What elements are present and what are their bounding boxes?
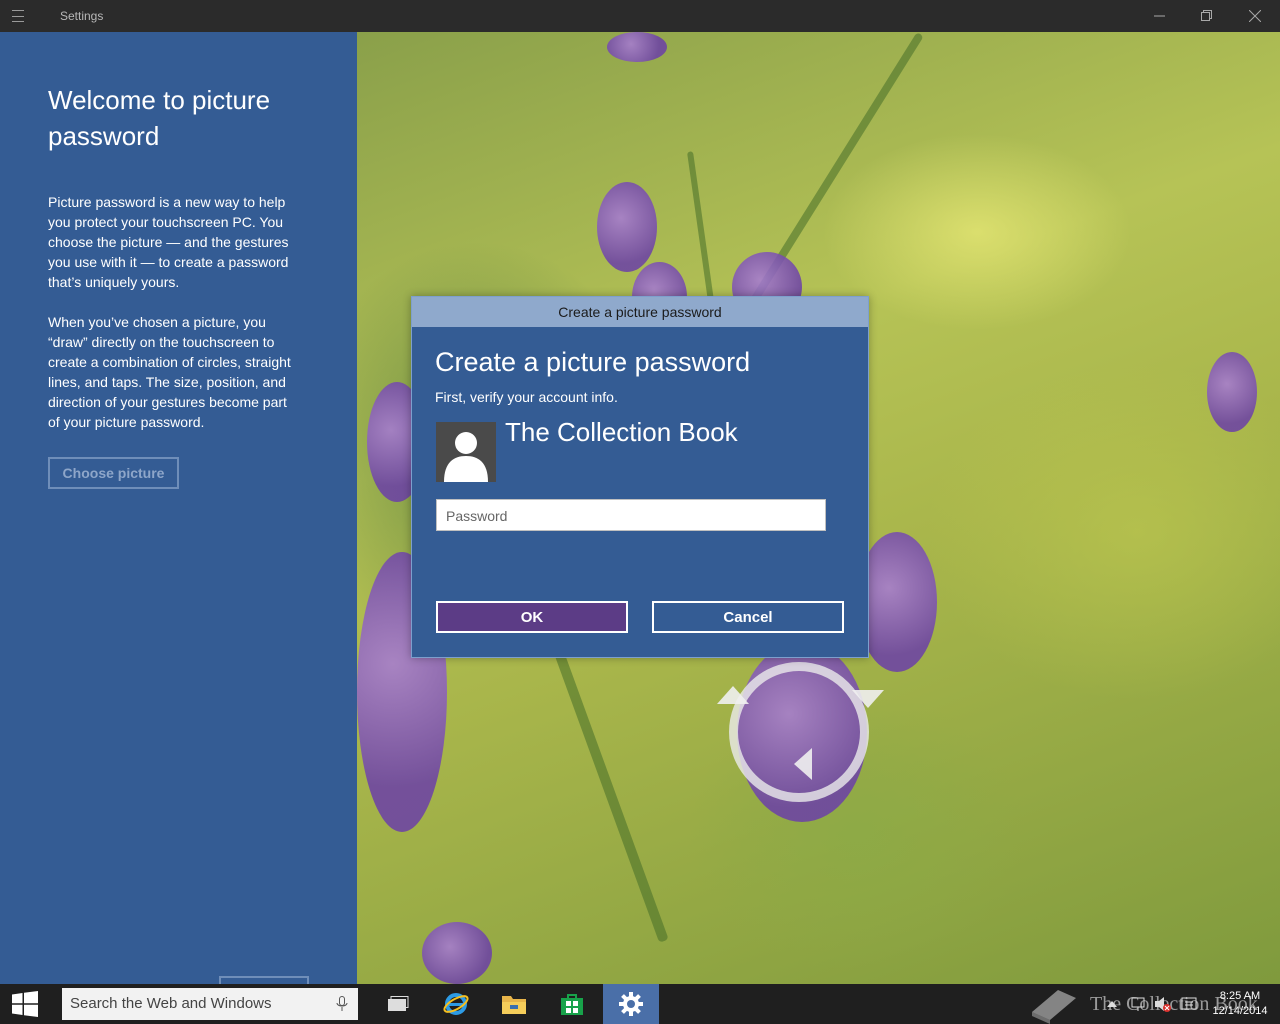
create-picture-password-dialog: Create a picture password Create a pictu… [411,296,869,658]
internet-explorer-icon [443,993,469,1015]
cancel-button[interactable]: Cancel [652,601,844,633]
start-button[interactable] [0,984,50,1024]
action-center-button[interactable] [1178,984,1200,1024]
store-button[interactable] [547,984,597,1024]
page-title: Welcome to picture password [48,85,271,151]
minimize-icon [1154,15,1165,17]
internet-explorer-button[interactable] [431,984,481,1024]
gesture-arrow-icon [717,686,749,704]
hamburger-menu-icon[interactable] [12,8,36,24]
taskbar-search-box[interactable]: Search the Web and Windows [62,988,358,1020]
dialog-subtitle: First, verify your account info. [435,389,618,405]
volume-muted-icon [1155,997,1171,1012]
user-name: The Collection Book [505,417,738,447]
restore-button[interactable] [1184,0,1230,32]
clock-time: 8:25 AM [1219,990,1261,1002]
notifications-icon [1181,997,1197,1010]
network-tray-button[interactable] [1127,984,1149,1024]
lavender-flower [422,922,492,984]
window-title: Settings [60,9,104,23]
microphone-icon[interactable] [336,996,348,1012]
lavender-flower [857,532,937,672]
hidden-button-edge [219,976,309,984]
left-pane: Welcome to picture password Picture pass… [0,32,357,984]
instructions-paragraph: When you’ve chosen a picture, you “draw”… [48,314,291,430]
restore-icon [1201,10,1212,21]
choose-picture-button[interactable]: Choose picture [48,457,179,489]
gesture-circle-icon [729,662,869,802]
file-explorer-button[interactable] [489,984,539,1024]
dialog-titlebar: Create a picture password [412,297,868,327]
dialog-heading: Create a picture password [435,347,751,377]
close-button[interactable] [1232,0,1278,32]
gesture-arrow-icon [852,690,884,708]
network-icon [1131,997,1145,1011]
task-view-icon [388,996,409,1011]
taskbar-clock[interactable]: 8:25 AM 12/14/2014 [1203,989,1277,1019]
lavender-flower [1207,352,1257,432]
settings-icon [619,992,643,1016]
book-logo-icon [1032,990,1076,1024]
password-input[interactable] [436,499,826,531]
intro-paragraph: Picture password is a new way to help yo… [48,194,289,290]
volume-tray-button[interactable] [1152,984,1174,1024]
chevron-up-icon [1107,1001,1117,1007]
lavender-flower [597,182,657,272]
task-view-button[interactable] [373,984,423,1024]
user-avatar-icon [436,422,496,482]
windows-logo-icon [12,991,38,1017]
title-bar: Settings [0,0,1280,32]
minimize-button[interactable] [1137,0,1183,32]
store-icon [561,994,583,1015]
close-icon [1249,10,1261,22]
search-placeholder: Search the Web and Windows [70,995,272,1012]
lavender-flower [607,32,667,62]
show-hidden-icons-button[interactable] [1103,984,1121,1024]
file-explorer-icon [502,996,526,1014]
taskbar: Search the Web and Windows The Collectio… [0,984,1280,1024]
clock-date: 12/14/2014 [1212,1005,1268,1017]
gesture-arrow-icon [794,748,812,780]
settings-taskbar-button[interactable] [603,984,659,1024]
ok-button[interactable]: OK [436,601,628,633]
